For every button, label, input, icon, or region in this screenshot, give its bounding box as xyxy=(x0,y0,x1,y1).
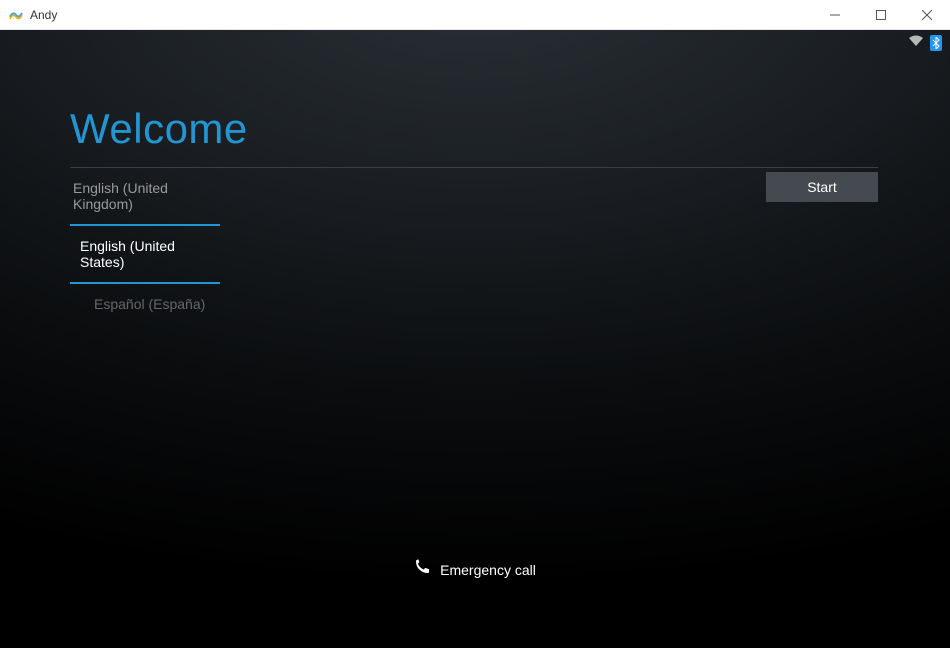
navigation-bar xyxy=(0,600,950,648)
phone-icon xyxy=(414,559,430,580)
close-button[interactable] xyxy=(904,0,950,30)
language-option[interactable]: English (United Kingdom) xyxy=(70,168,220,224)
language-option-selected[interactable]: English (United States) xyxy=(70,224,220,284)
language-option[interactable]: Español (España) xyxy=(70,284,220,324)
minimize-button[interactable] xyxy=(812,0,858,30)
wifi-icon xyxy=(908,34,924,52)
bluetooth-icon xyxy=(930,35,942,51)
language-picker[interactable]: English (United Kingdom) English (United… xyxy=(70,168,220,324)
window-titlebar: Andy xyxy=(0,0,950,30)
window-title: Andy xyxy=(30,8,57,22)
status-bar xyxy=(908,30,950,56)
maximize-button[interactable] xyxy=(858,0,904,30)
android-screen: Welcome English (United Kingdom) English… xyxy=(0,30,950,648)
emergency-call-label: Emergency call xyxy=(440,562,536,578)
start-button[interactable]: Start xyxy=(766,172,878,202)
emergency-call-button[interactable]: Emergency call xyxy=(0,559,950,580)
welcome-title: Welcome xyxy=(70,105,878,153)
app-icon xyxy=(8,7,24,23)
welcome-content: Welcome English (United Kingdom) English… xyxy=(70,105,878,324)
